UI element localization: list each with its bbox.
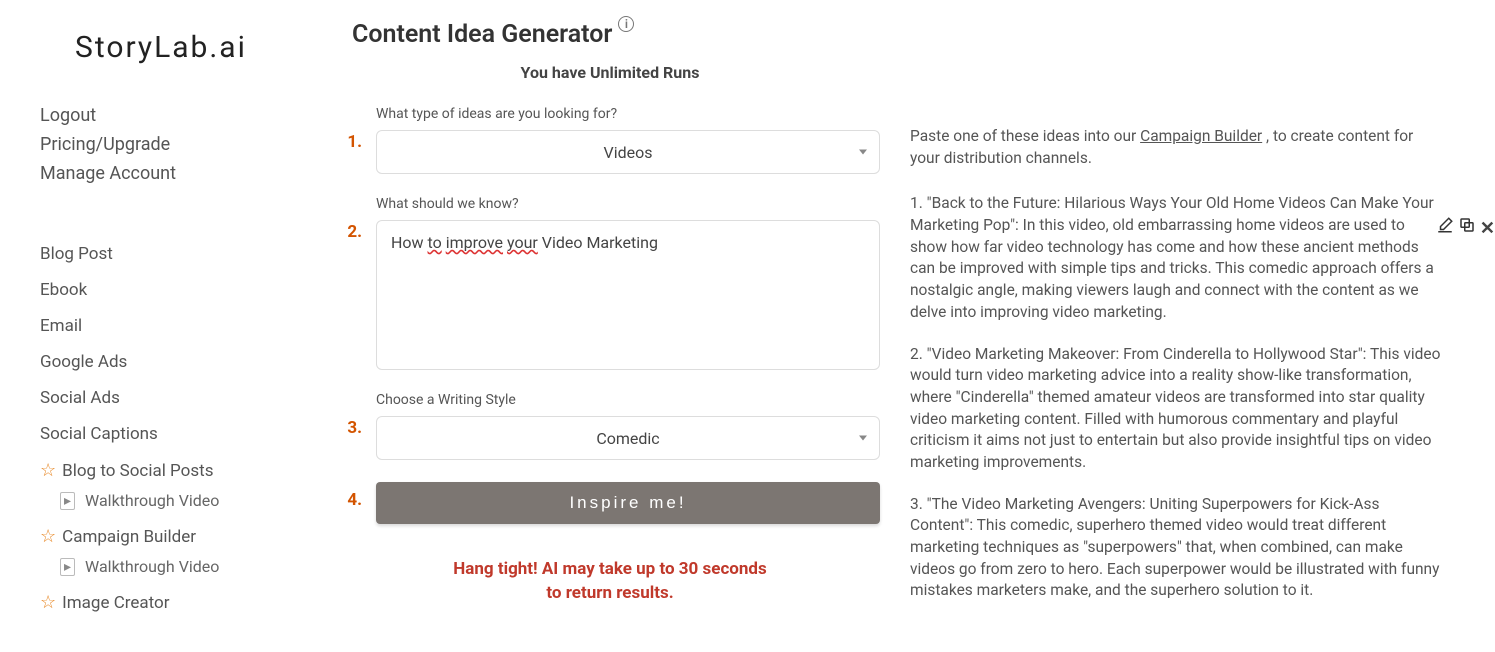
nav-campaign-builder[interactable]: Campaign Builder — [62, 527, 196, 547]
nav-social-ads[interactable]: Social Ads — [40, 388, 320, 408]
tools-nav: Blog Post Ebook Email Google Ads Social … — [40, 244, 320, 613]
step-3: 3. Choose a Writing Style Comedic — [340, 392, 880, 460]
pricing-link[interactable]: Pricing/Upgrade — [40, 134, 320, 155]
step-number-2: 2. — [340, 222, 362, 242]
nav-google-ads[interactable]: Google Ads — [40, 352, 320, 372]
info-icon[interactable]: i — [618, 16, 634, 32]
video-icon: ▸ — [60, 558, 75, 576]
nav-image-creator-row: ☆ Image Creator — [40, 592, 320, 613]
nav-campaign-builder-row: ☆ Campaign Builder — [40, 526, 320, 547]
idea-type-select[interactable]: Videos — [376, 130, 880, 174]
logo: StoryLab.ai — [40, 30, 320, 65]
style-label: Choose a Writing Style — [376, 392, 880, 408]
nav-image-creator[interactable]: Image Creator — [62, 593, 169, 613]
account-nav: Logout Pricing/Upgrade Manage Account — [40, 105, 320, 184]
nav-social-captions[interactable]: Social Captions — [40, 424, 320, 444]
campaign-builder-link[interactable]: Campaign Builder — [1140, 127, 1262, 145]
idea-type-label: What type of ideas are you looking for? — [376, 106, 880, 122]
step-number-4: 4. — [340, 490, 362, 510]
result-idea-1: 1. "Back to the Future: Hilarious Ways Y… — [910, 193, 1445, 323]
loading-line-2: to return results. — [546, 583, 673, 603]
result-idea-3: 3. "The Video Marketing Avengers: Unitin… — [910, 494, 1445, 602]
nav-blog-to-social[interactable]: Blog to Social Posts — [62, 461, 213, 481]
topic-label: What should we know? — [376, 196, 880, 212]
walkthrough-row-2: ▸ Walkthrough Video — [60, 557, 320, 576]
writing-style-value: Comedic — [596, 429, 659, 448]
step-1: 1. What type of ideas are you looking fo… — [340, 106, 880, 174]
nav-blog-to-social-row: ☆ Blog to Social Posts — [40, 460, 320, 481]
star-icon: ☆ — [40, 460, 56, 481]
star-icon: ☆ — [40, 526, 56, 547]
idea-type-value: Videos — [604, 143, 653, 162]
nav-ebook[interactable]: Ebook — [40, 280, 320, 300]
step-4: 4. Inspire me! — [340, 482, 880, 524]
loading-line-1: Hang tight! AI may take up to 30 seconds — [453, 559, 767, 579]
results-column: Paste one of these ideas into our Campai… — [880, 20, 1495, 652]
star-icon: ☆ — [40, 592, 56, 613]
result-idea-2: 2. "Video Marketing Makeover: From Cinde… — [910, 344, 1445, 474]
form-column: Content Idea Generator i You have Unlimi… — [340, 20, 880, 652]
writing-style-select[interactable]: Comedic — [376, 416, 880, 460]
manage-account-link[interactable]: Manage Account — [40, 163, 320, 184]
inspire-button[interactable]: Inspire me! — [376, 482, 880, 524]
nav-walkthrough-video-2[interactable]: Walkthrough Video — [85, 557, 219, 576]
step-2: 2. What should we know? How to improve y… — [340, 196, 880, 370]
results-intro: Paste one of these ideas into our Campai… — [910, 126, 1445, 169]
copy-icon[interactable] — [1458, 216, 1476, 241]
video-icon: ▸ — [60, 492, 75, 510]
intro-pre: Paste one of these ideas into our — [910, 127, 1140, 145]
main: Content Idea Generator i You have Unlimi… — [340, 0, 1495, 652]
step-number-3: 3. — [340, 418, 362, 438]
nav-email[interactable]: Email — [40, 316, 320, 336]
topic-input[interactable]: How to improve your Video Marketing — [376, 220, 880, 370]
logout-link[interactable]: Logout — [40, 105, 320, 126]
page-title-row: Content Idea Generator i — [352, 20, 880, 49]
runs-remaining: You have Unlimited Runs — [340, 63, 880, 82]
page-title: Content Idea Generator — [352, 20, 612, 49]
nav-blog-post[interactable]: Blog Post — [40, 244, 320, 264]
nav-walkthrough-video-1[interactable]: Walkthrough Video — [85, 491, 219, 510]
loading-message: Hang tight! AI may take up to 30 seconds… — [340, 558, 880, 606]
edit-icon[interactable] — [1436, 216, 1454, 241]
result-actions: ✕ — [1436, 216, 1495, 241]
step-number-1: 1. — [340, 132, 362, 152]
walkthrough-row-1: ▸ Walkthrough Video — [60, 491, 320, 510]
close-icon[interactable]: ✕ — [1480, 216, 1495, 241]
sidebar: StoryLab.ai Logout Pricing/Upgrade Manag… — [0, 0, 340, 652]
